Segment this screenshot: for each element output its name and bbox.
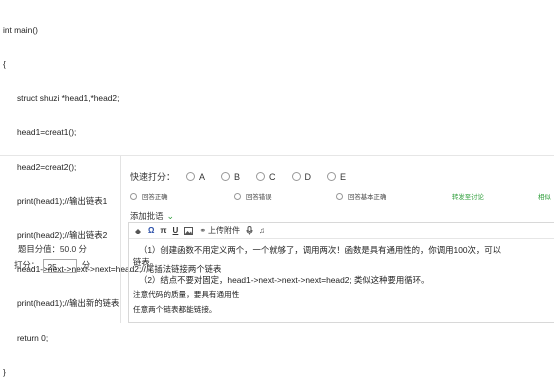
- image-icon[interactable]: [184, 226, 194, 235]
- add-comment-label: 添加批语: [130, 211, 164, 221]
- radio-icon: [221, 172, 231, 181]
- comment-template-row: 回答正确 回答错误 回答基本正确 转发至讨论 相似: [130, 192, 554, 202]
- code-line: }: [3, 366, 6, 377]
- upload-label: 上传附件: [208, 226, 241, 235]
- code-line: int main(): [3, 24, 38, 35]
- comment-paragraph-3: 注意代码的质量，要具有通用性: [133, 290, 240, 299]
- quick-score-option-c[interactable]: C: [256, 172, 276, 182]
- grade-prefix: 打分：: [14, 260, 40, 271]
- template-label: 回答基本正确: [348, 194, 387, 201]
- radio-icon: [327, 172, 337, 181]
- template-label: 回答错误: [246, 194, 272, 201]
- code-line: return 0;: [3, 332, 49, 343]
- editor-toolbar: Ω π U ⚭ 上传附件 ♫: [129, 223, 554, 239]
- comment-paragraph-2: （2）结点不要对固定，head1->next->next->next=head2…: [139, 275, 430, 285]
- comment-paragraph-4: 任意两个链表都能链接。: [133, 305, 217, 314]
- comment-paragraph-1-cont: 链表。: [133, 257, 159, 267]
- quick-score-option-a[interactable]: A: [186, 172, 205, 182]
- forward-to-discussion-link[interactable]: 转发至讨论: [452, 192, 484, 201]
- radio-icon: [336, 193, 343, 200]
- quick-score-option-e[interactable]: E: [327, 172, 346, 182]
- pi-icon[interactable]: π: [160, 226, 166, 235]
- comment-editor[interactable]: Ω π U ⚭ 上传附件 ♫ （1）创建函数不用定义两个，一个就够了，调用两次！函…: [128, 222, 554, 323]
- quick-score-option-b[interactable]: B: [221, 172, 240, 182]
- link-icon: ⚭: [199, 226, 207, 235]
- grade-input[interactable]: 25: [43, 259, 78, 273]
- eraser-icon[interactable]: [134, 227, 142, 235]
- option-label: C: [269, 171, 276, 182]
- option-label: A: [199, 171, 206, 182]
- option-label: B: [234, 171, 241, 182]
- grade-suffix: 分: [81, 260, 91, 271]
- radio-icon: [234, 193, 241, 200]
- quick-score-option-d[interactable]: D: [291, 171, 312, 182]
- grading-panel: 快速打分： A B C D E 回答正确 回答错误 回答基本正确 转发至讨论 相…: [128, 156, 554, 323]
- radio-icon: [256, 172, 266, 181]
- question-score-label: 题目分值：50.0 分: [18, 244, 87, 254]
- template-option-correct[interactable]: 回答正确: [130, 192, 168, 201]
- microphone-icon[interactable]: [246, 226, 253, 235]
- option-label: D: [304, 171, 312, 182]
- music-icon[interactable]: ♫: [259, 226, 265, 235]
- attachment-button[interactable]: ⚭ 上传附件: [199, 225, 240, 236]
- template-option-wrong[interactable]: 回答错误: [234, 192, 272, 201]
- editor-content[interactable]: （1）创建函数不用定义两个，一个就够了，调用两次！函数是具有通用性的，你调用10…: [129, 239, 554, 316]
- code-line: struct shuzi *head1,*head2;: [3, 93, 120, 104]
- radio-icon: [186, 172, 196, 181]
- code-line: {: [3, 59, 6, 70]
- quick-score-row: 快速打分： A B C D E: [130, 170, 346, 183]
- vertical-divider: [120, 156, 121, 323]
- omega-icon[interactable]: Ω: [148, 226, 154, 235]
- comment-paragraph-1: （1）创建函数不用定义两个，一个就够了，调用两次！函数是具有通用性的，你调用10…: [139, 245, 502, 255]
- grade-row: 打分： 25 分: [14, 259, 90, 273]
- quick-score-label: 快速打分：: [130, 172, 176, 182]
- chevron-down-icon: ⌄: [166, 211, 175, 221]
- add-comment-toggle[interactable]: 添加批语 ⌄: [130, 210, 174, 222]
- option-label: E: [340, 171, 347, 182]
- code-line: head1=creat1();: [3, 127, 77, 138]
- related-link[interactable]: 相似: [538, 192, 551, 201]
- template-label: 回答正确: [142, 194, 168, 201]
- radio-icon: [291, 172, 301, 181]
- template-option-mostly-correct[interactable]: 回答基本正确: [336, 192, 386, 201]
- score-panel: [0, 156, 120, 323]
- radio-icon: [130, 193, 137, 200]
- underline-icon[interactable]: U: [173, 226, 179, 235]
